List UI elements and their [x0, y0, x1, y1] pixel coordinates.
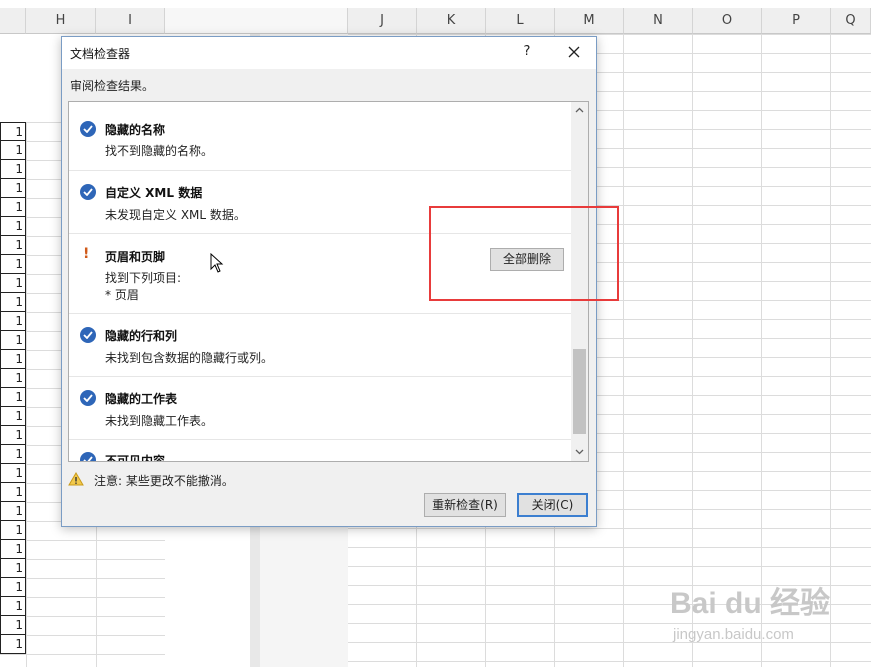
column-header-gap — [165, 8, 348, 34]
value-cell[interactable]: 1 — [0, 255, 26, 274]
check-icon — [80, 121, 96, 137]
warning-icon: ! — [83, 246, 90, 262]
value-cell[interactable]: 1 — [0, 597, 26, 616]
column-header-o[interactable]: O — [693, 8, 762, 34]
column-header-j[interactable]: J — [348, 8, 417, 34]
check-icon — [80, 390, 96, 406]
column-header-blank — [0, 8, 26, 34]
close-icon[interactable] — [562, 40, 586, 64]
item-desc: 未发现自定义 XML 数据。 — [105, 208, 246, 222]
check-icon — [80, 452, 96, 461]
value-cell[interactable]: 1 — [0, 122, 26, 141]
item-title: 页眉和页脚 — [105, 250, 166, 264]
scrollbar-thumb[interactable] — [573, 349, 586, 434]
value-cell[interactable]: 1 — [0, 141, 26, 160]
scroll-up-icon[interactable] — [571, 102, 588, 119]
value-cell[interactable]: 1 — [0, 312, 26, 331]
dialog-titlebar[interactable]: 文档检查器 ? — [62, 37, 596, 69]
check-icon — [80, 327, 96, 343]
value-cell[interactable]: 1 — [0, 540, 26, 559]
column-header-i[interactable]: I — [96, 8, 165, 34]
item-desc: 未找到隐藏工作表。 — [105, 414, 214, 428]
value-cell[interactable]: 1 — [0, 198, 26, 217]
item-title: 不可见内容 — [105, 454, 166, 462]
value-cell[interactable]: 1 — [0, 331, 26, 350]
column-header-m[interactable]: M — [555, 8, 624, 34]
item-title: 隐藏的名称 — [105, 123, 166, 137]
value-cell[interactable]: 1 — [0, 274, 26, 293]
value-cell[interactable]: 1 — [0, 578, 26, 597]
reinspect-button[interactable]: 重新检查(R) — [424, 493, 506, 517]
column-header-h[interactable]: H — [26, 8, 96, 34]
highlight-box — [429, 206, 619, 301]
value-cell[interactable]: 1 — [0, 635, 26, 654]
value-cell[interactable]: 1 — [0, 464, 26, 483]
value-cell[interactable]: 1 — [0, 616, 26, 635]
dialog-title: 文档检查器 — [70, 47, 131, 61]
column-header-k[interactable]: K — [417, 8, 486, 34]
watermark-logo: Bai du 经验 — [670, 587, 831, 620]
column-header-n[interactable]: N — [624, 8, 693, 34]
value-cell[interactable]: 1 — [0, 388, 26, 407]
column-header-p[interactable]: P — [762, 8, 831, 34]
close-button[interactable]: 关闭(C) — [517, 493, 588, 517]
value-cell[interactable]: 1 — [0, 521, 26, 540]
list-item: 隐藏的行和列 未找到包含数据的隐藏行或列。 — [69, 314, 572, 377]
value-cell[interactable]: 1 — [0, 236, 26, 255]
value-cell[interactable]: 1 — [0, 293, 26, 312]
value-cell[interactable]: 1 — [0, 407, 26, 426]
value-cell[interactable]: 1 — [0, 445, 26, 464]
mouse-cursor-icon — [210, 252, 224, 276]
list-item: 隐藏的工作表 未找到隐藏工作表。 — [69, 377, 572, 440]
item-desc: 未找到包含数据的隐藏行或列。 — [105, 351, 274, 365]
check-icon — [80, 184, 96, 200]
item-title: 隐藏的工作表 — [105, 392, 178, 406]
help-button[interactable]: ? — [517, 41, 537, 63]
value-cell[interactable]: 1 — [0, 369, 26, 388]
value-cell[interactable]: 1 — [0, 217, 26, 236]
item-title: 自定义 XML 数据 — [105, 186, 203, 200]
note-text: 注意: 某些更改不能撤消。 — [94, 474, 234, 488]
value-cell[interactable]: 1 — [0, 160, 26, 179]
item-desc: 找不到隐藏的名称。 — [105, 144, 214, 158]
column-header-q[interactable]: Q — [831, 8, 871, 34]
value-column[interactable]: 1111111111111111111111111111 — [0, 122, 26, 654]
value-cell[interactable]: 1 — [0, 350, 26, 369]
value-cell[interactable]: 1 — [0, 179, 26, 198]
watermark-url: jingyan.baidu.com — [673, 626, 794, 643]
item-desc: 找到下列项目: — [105, 271, 182, 285]
item-title: 隐藏的行和列 — [105, 329, 178, 343]
value-cell[interactable]: 1 — [0, 426, 26, 445]
list-item: 不可见内容 — [69, 440, 572, 462]
value-cell[interactable]: 1 — [0, 483, 26, 502]
value-cell[interactable]: 1 — [0, 559, 26, 578]
value-cell[interactable]: 1 — [0, 502, 26, 521]
item-desc-detail: * 页眉 — [105, 288, 139, 302]
dialog-subtitle: 审阅检查结果。 — [70, 79, 155, 93]
warning-triangle-icon — [68, 472, 84, 486]
scroll-down-icon[interactable] — [571, 444, 588, 461]
column-header-l[interactable]: L — [486, 8, 555, 34]
list-item: 隐藏的名称 找不到隐藏的名称。 — [69, 102, 572, 171]
